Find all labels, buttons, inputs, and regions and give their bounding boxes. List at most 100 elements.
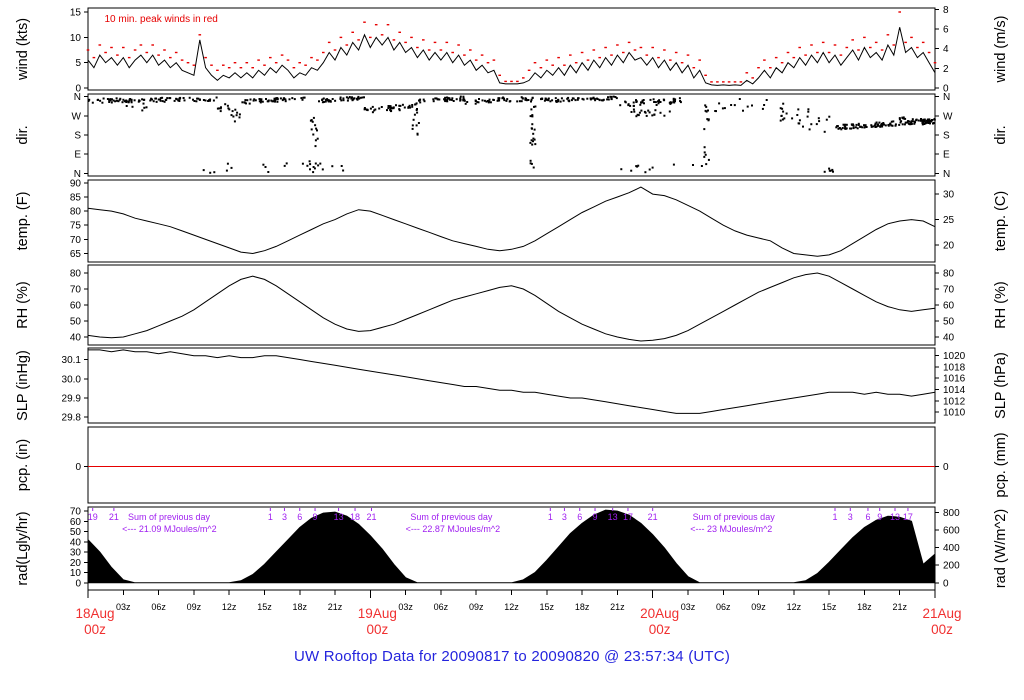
svg-text:3: 3	[848, 512, 853, 522]
tick-label-right-temp: 30	[943, 190, 955, 201]
hour-tick-label: 21z	[892, 602, 907, 612]
svg-text:Sum of previous day: Sum of previous day	[410, 512, 493, 522]
hour-tick-label: 12z	[222, 602, 237, 612]
svg-text:6: 6	[865, 512, 870, 522]
hour-tick-label: 06z	[151, 602, 166, 612]
hour-tick-label: 03z	[681, 602, 696, 612]
hour-tick-label: 09z	[187, 602, 202, 612]
panel-pcp: 0 0 pcp. (in) pcp. (mm)	[15, 426, 1009, 504]
tick-label-left-slp: 30.1	[62, 355, 82, 366]
tick-label-left-temp: 65	[70, 249, 82, 260]
svg-text:21: 21	[367, 512, 377, 522]
svg-text:17: 17	[623, 512, 633, 522]
panel-wind: 05101502468wind (kts) wind (m/s)10 min. p…	[15, 5, 1009, 95]
tick-label-left-dir: E	[74, 150, 81, 161]
day-label-z: 00z	[366, 622, 388, 637]
svg-text:13: 13	[890, 512, 900, 522]
svg-text:19: 19	[88, 512, 98, 522]
tick-label-right-rad: 0	[943, 578, 949, 589]
hour-tick-label: 18z	[857, 602, 872, 612]
tick-label-left-rh: 70	[70, 285, 82, 296]
hour-tick-label: 09z	[469, 602, 484, 612]
tick-label-left-dir: W	[72, 111, 82, 122]
axis-title-left-temp: temp. (F)	[15, 192, 31, 251]
hour-tick-label: 21z	[610, 602, 625, 612]
svg-text:1: 1	[268, 512, 273, 522]
svg-text:21: 21	[109, 512, 119, 522]
figure-title: UW Rooftop Data for 20090817 to 20090820…	[293, 648, 731, 665]
tick-label-right-dir: N	[943, 169, 950, 180]
tick-label-left-wind: 15	[70, 8, 82, 19]
panel-temp: 90 85 80 75 70 65 30 25 20 temp. (F) temp. (C)	[15, 178, 1009, 263]
tick-label-right-dir: S	[943, 131, 950, 142]
axis-title-right-pcp: pcp. (mm)	[993, 432, 1009, 497]
hour-tick-label: 15z	[540, 602, 555, 612]
tick-label-right-rad: 800	[943, 508, 960, 519]
day-label-z: 00z	[931, 622, 953, 637]
day-label: 20Aug	[640, 606, 679, 621]
tick-label-right-rh: 40	[943, 333, 955, 344]
tick-label-right-rad: 600	[943, 525, 960, 536]
hour-tick-label: 15z	[822, 602, 837, 612]
tick-label-left-slp: 29.9	[62, 394, 82, 405]
axis-title-right-wind: wind (m/s)	[993, 16, 1009, 84]
axis-title-left-pcp: pcp. (in)	[15, 439, 31, 491]
tick-label-left-slp: 30.0	[62, 374, 82, 385]
svg-text:1: 1	[548, 512, 553, 522]
tick-label-right-slp: 1016	[943, 374, 966, 385]
svg-text:6: 6	[577, 512, 582, 522]
day-label: 18Aug	[75, 606, 114, 621]
svg-text:1: 1	[832, 512, 837, 522]
day-label: 19Aug	[358, 606, 397, 621]
svg-text:13: 13	[608, 512, 618, 522]
svg-text:9: 9	[593, 512, 598, 522]
tick-label-right-dir: N	[943, 92, 950, 103]
svg-text:13: 13	[334, 512, 344, 522]
svg-text:Sum of previous day: Sum of previous day	[693, 512, 776, 522]
axis-title-left-slp: SLP (inHg)	[15, 350, 31, 421]
tick-label-left-temp: 90	[70, 178, 82, 189]
panel-rad: 7060504030201008006004002000rad(Lgly/hr)…	[15, 506, 1009, 591]
tick-label-left-rh: 80	[70, 269, 82, 280]
tick-label-left-temp: 75	[70, 221, 82, 232]
panel-frame-rad	[87, 506, 936, 591]
svg-text:9: 9	[877, 512, 882, 522]
axis-title-left-rad: rad(Lgly/hr)	[15, 511, 31, 585]
tick-label-right-rh: 80	[943, 269, 955, 280]
svg-text:<--- 21.09 MJoules/m^2: <--- 21.09 MJoules/m^2	[122, 524, 217, 534]
tick-label-right-wind: 4	[943, 44, 949, 55]
svg-text:Sum of previous day: Sum of previous day	[128, 512, 211, 522]
tick-label-right-slp: 1014	[943, 385, 966, 396]
tick-label-right-dir: W	[943, 111, 953, 122]
tick-label-right-rad: 200	[943, 561, 960, 572]
weather-multipanel-chart: 05101502468wind (kts) wind (m/s)10 min. p…	[15, 5, 1009, 637]
tick-label-right-slp: 1012	[943, 396, 966, 407]
tick-label-right-slp: 1020	[943, 351, 966, 362]
tick-label-left-temp: 85	[70, 192, 82, 203]
axis-title-right-slp: SLP (hPa)	[993, 352, 1009, 419]
tick-label-left-dir: S	[74, 131, 81, 142]
panel-frame-rh	[87, 264, 936, 346]
svg-text:6: 6	[297, 512, 302, 522]
hour-tick-label: 06z	[434, 602, 449, 612]
tick-label-right-wind: 8	[943, 5, 949, 16]
tick-label-left-pcp: 0	[75, 462, 81, 473]
axis-title-right-dir: dir.	[993, 125, 1009, 144]
axis-title-left-wind: wind (kts)	[15, 18, 31, 81]
tick-label-right-temp: 25	[943, 215, 955, 226]
panel-frame-dir	[87, 93, 936, 177]
tick-label-right-temp: 20	[943, 241, 955, 252]
tick-label-left-wind: 5	[75, 58, 81, 69]
panel-frame-slp	[87, 347, 936, 424]
axis-title-right-rad: rad (W/m^2)	[993, 509, 1009, 588]
svg-text:<--- 22.87 MJoules/m^2: <--- 22.87 MJoules/m^2	[406, 524, 501, 534]
panel-rh: 80 70 60 50 40 80 70 60 50 40 RH (%) RH (%)	[15, 264, 1009, 346]
tick-label-right-rh: 60	[943, 301, 955, 312]
tick-label-right-rh: 70	[943, 285, 955, 296]
hour-tick-label: 18z	[292, 602, 307, 612]
tick-label-left-temp: 70	[70, 235, 82, 246]
svg-text:<--- 23 MJoules/m^2: <--- 23 MJoules/m^2	[690, 524, 772, 534]
hour-tick-label: 09z	[751, 602, 766, 612]
panel-slp: 30.1 30.0 29.9 29.8 102010181016101410121010…	[15, 347, 1009, 424]
tick-label-right-wind: 2	[943, 64, 949, 75]
